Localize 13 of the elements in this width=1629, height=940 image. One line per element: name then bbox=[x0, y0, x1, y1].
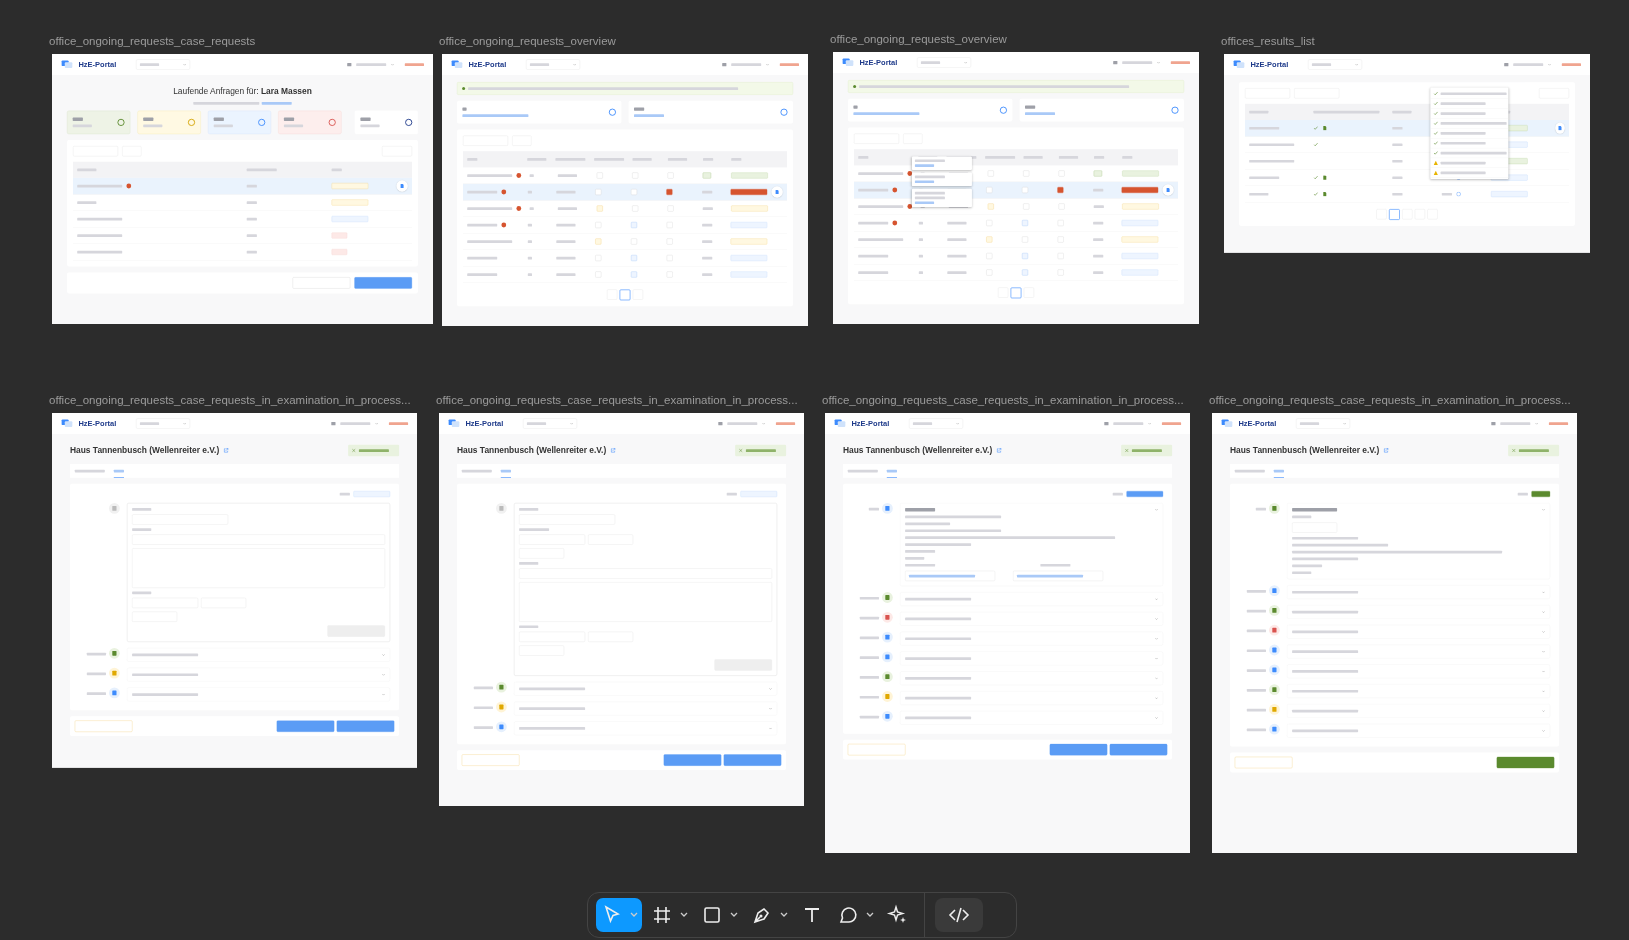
facility-title: Haus Tannenbusch (Wellenreiter e.V.) bbox=[843, 445, 993, 456]
frame-title[interactable]: office_ongoing_requests_case_requests_in_examination_in_process... bbox=[436, 394, 798, 406]
frame-title[interactable]: office_ongoing_requests_case_requests_in_examination_in_process... bbox=[822, 394, 1184, 406]
frame-title[interactable]: office_ongoing_requests_case_requests_in_examination_in_process... bbox=[49, 394, 411, 406]
frame-title[interactable]: office_ongoing_requests_case_requests bbox=[49, 35, 256, 47]
page-heading: Laufende Anfragen für: Lara Massen bbox=[172, 86, 313, 96]
facility-title: Haus Tannenbusch (Wellenreiter e.V.) bbox=[457, 445, 607, 456]
frame-title[interactable]: offices_results_list bbox=[1221, 35, 1315, 47]
frame-title[interactable]: office_ongoing_requests_overview bbox=[439, 35, 616, 47]
facility-title: Haus Tannenbusch (Wellenreiter e.V.) bbox=[70, 445, 220, 456]
frame-title[interactable]: office_ongoing_requests_overview bbox=[830, 33, 1007, 45]
facility-title: Haus Tannenbusch (Wellenreiter e.V.) bbox=[1230, 445, 1380, 456]
frame-title[interactable]: office_ongoing_requests_case_requests_in_examination_in_process... bbox=[1209, 394, 1571, 406]
